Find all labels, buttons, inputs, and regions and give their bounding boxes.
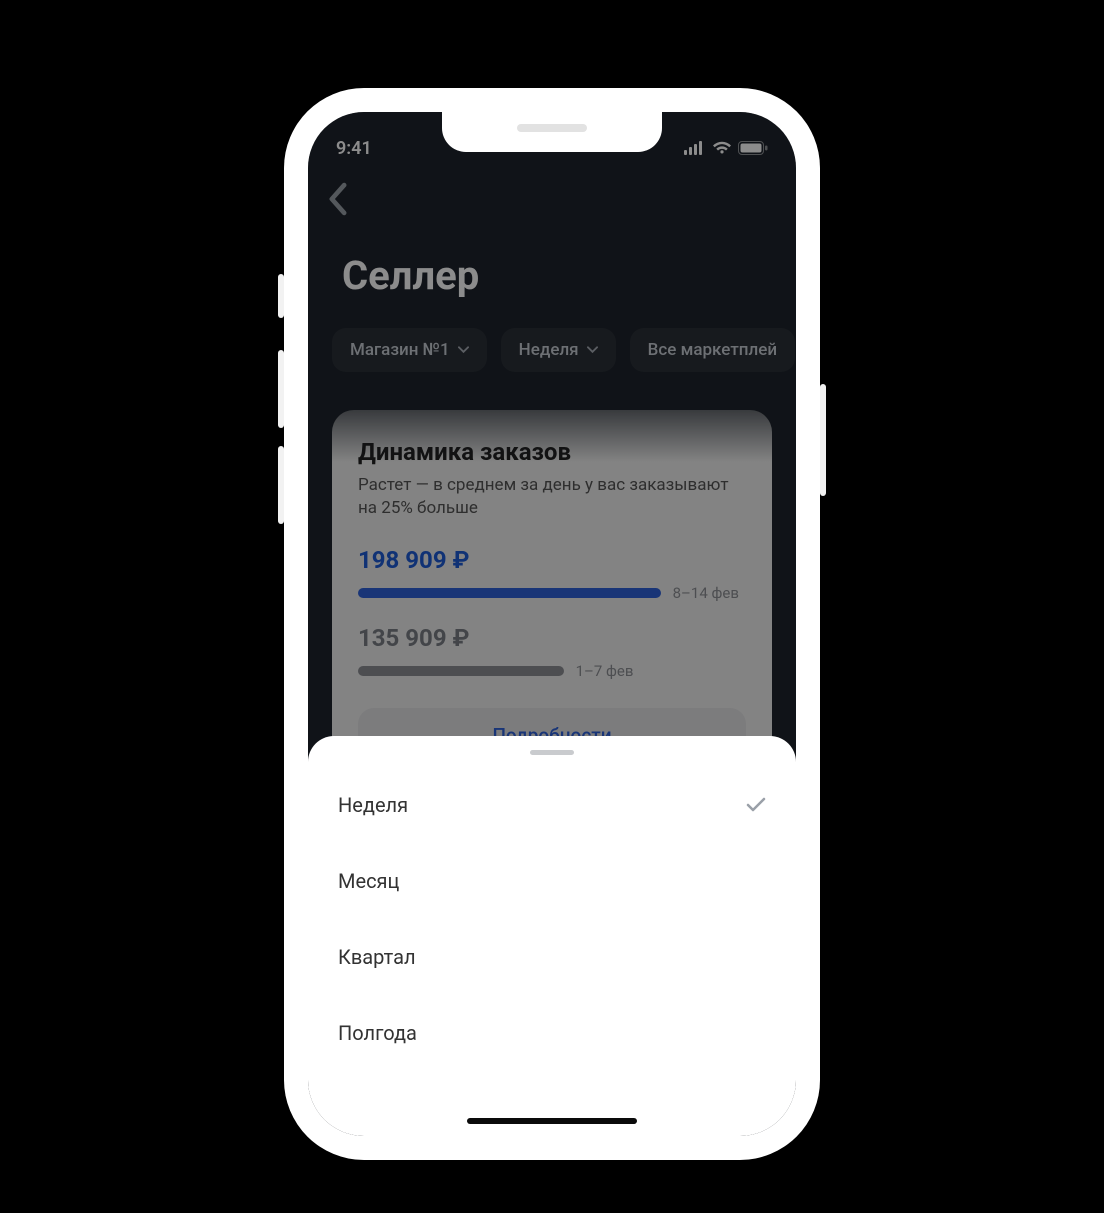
period-option-label: Квартал bbox=[338, 945, 416, 969]
period-option-quarter[interactable]: Квартал bbox=[338, 919, 766, 995]
phone-silence-switch bbox=[278, 274, 284, 318]
check-icon bbox=[746, 797, 766, 813]
phone-volume-up bbox=[278, 350, 284, 428]
screen: 9:41 bbox=[308, 112, 796, 1136]
period-option-month[interactable]: Месяц bbox=[338, 843, 766, 919]
home-indicator[interactable] bbox=[467, 1118, 637, 1124]
period-bottom-sheet: Неделя Месяц Квартал Полгода bbox=[308, 736, 796, 1136]
phone-notch bbox=[442, 112, 662, 152]
period-option-label: Неделя bbox=[338, 793, 408, 817]
phone-volume-down bbox=[278, 446, 284, 524]
phone-speaker bbox=[517, 124, 587, 132]
period-option-label: Полгода bbox=[338, 1021, 417, 1045]
period-option-week[interactable]: Неделя bbox=[338, 767, 766, 843]
period-option-halfyear[interactable]: Полгода bbox=[338, 995, 766, 1071]
phone-mockup: 9:41 bbox=[284, 88, 820, 1160]
period-option-label: Месяц bbox=[338, 869, 399, 893]
phone-power-button bbox=[820, 384, 826, 496]
period-options-list: Неделя Месяц Квартал Полгода bbox=[308, 755, 796, 1071]
